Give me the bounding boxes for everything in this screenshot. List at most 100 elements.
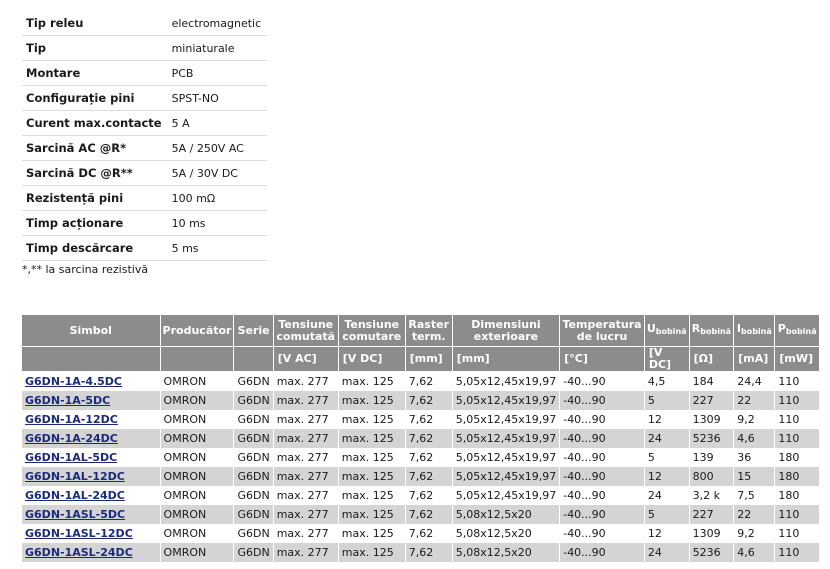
table-cell: -40...90 [559,524,645,543]
table-cell: 5236 [689,543,735,562]
table-cell: 227 [689,391,735,410]
table-cell: 180 [774,467,820,486]
spec-label: Configurație pini [22,85,168,111]
product-link[interactable]: G6DN-1ASL-24DC [25,546,133,559]
units-row: [V AC] [V DC] [mm] [mm] [°C] [V DC] [Ω] [mA] [mW… [22,346,820,372]
table-cell: OMRON [160,524,235,543]
table-header-row: Simbol Producător Serie Tensiune comutat… [22,315,820,347]
table-cell: G6DN [233,371,274,391]
symbol-cell: G6DN-1AL-5DC [22,448,161,467]
product-link[interactable]: G6DN-1A-24DC [25,432,118,445]
table-cell: 5236 [689,429,735,448]
spec-value: 5 A [167,110,268,136]
symbol-cell: G6DN-1AL-12DC [22,467,161,486]
table-cell: 24 [644,429,690,448]
table-row: G6DN-1A-5DC OMRON G6DN max. 277 max. 125 7,62… [22,391,820,410]
table-cell: 139 [689,448,735,467]
table-cell: max. 277 [273,505,339,524]
table-cell: OMRON [160,410,235,429]
specifications-table: Tip releu electromagnetic Tip miniaturale Mo… [22,11,268,261]
spec-row: Rezistență pini 100 mΩ [22,185,268,211]
product-link[interactable]: G6DN-1ASL-12DC [25,527,133,540]
product-link[interactable]: G6DN-1AL-5DC [25,451,117,464]
table-cell: 5,08x12,5x20 [452,543,561,562]
product-link[interactable]: G6DN-1A-12DC [25,413,118,426]
table-cell: max. 125 [338,391,406,410]
table-cell: OMRON [160,467,235,486]
table-cell: max. 277 [273,543,339,562]
table-cell: -40...90 [559,429,645,448]
table-row: G6DN-1ASL-24DC OMRON G6DN max. 277 max. 125 7… [22,543,820,562]
table-cell: max. 125 [338,410,406,429]
table-row: G6DN-1ASL-5DC OMRON G6DN max. 277 max. 125 7,… [22,505,820,524]
spec-value: electromagnetic [167,11,268,36]
spec-row: Curent max.contacte 5 A [22,110,268,136]
product-link[interactable]: G6DN-1A-4.5DC [25,375,122,388]
symbol-cell: G6DN-1A-4.5DC [22,371,161,391]
col-temperatura: Temperatura de lucru [559,315,645,347]
table-cell: 5,05x12,45x19,97 [452,391,561,410]
table-cell: G6DN [233,410,274,429]
table-cell: 110 [774,391,820,410]
table-row: G6DN-1AL-5DC OMRON G6DN max. 277 max. 125 7,6… [22,448,820,467]
table-cell: max. 277 [273,524,339,543]
table-cell: G6DN [233,467,274,486]
table-cell: G6DN [233,486,274,505]
spec-row: Sarcină DC @R** 5A / 30V DC [22,160,268,186]
table-cell: OMRON [160,371,235,391]
table-cell: OMRON [160,543,235,562]
table-cell: 5 [644,505,690,524]
symbol-cell: G6DN-1AL-24DC [22,486,161,505]
table-cell: 7,62 [405,505,453,524]
table-cell: 7,62 [405,429,453,448]
product-link[interactable]: G6DN-1ASL-5DC [25,508,125,521]
table-cell: max. 125 [338,429,406,448]
symbol-cell: G6DN-1ASL-5DC [22,505,161,524]
table-cell: 5,05x12,45x19,97 [452,410,561,429]
table-cell: max. 125 [338,543,406,562]
table-cell: 5,08x12,5x20 [452,524,561,543]
unit-cell: [mW] [774,346,820,372]
table-row: G6DN-1AL-12DC OMRON G6DN max. 277 max. 125 7,… [22,467,820,486]
unit-cell: [mA] [733,346,776,372]
table-cell: 227 [689,505,735,524]
table-cell: 22 [733,505,776,524]
table-cell: 24,4 [733,371,776,391]
table-cell: max. 125 [338,371,406,391]
table-cell: 110 [774,505,820,524]
spec-row: Timp acționare 10 ms [22,210,268,236]
product-link[interactable]: G6DN-1AL-24DC [25,489,125,502]
spec-label: Tip [22,35,168,61]
col-simbol: Simbol [22,315,161,347]
table-cell: -40...90 [559,410,645,429]
table-cell: max. 125 [338,505,406,524]
product-link[interactable]: G6DN-1AL-12DC [25,470,125,483]
table-cell: 4,6 [733,429,776,448]
table-row: G6DN-1A-4.5DC OMRON G6DN max. 277 max. 125 7,… [22,371,820,391]
table-cell: 1309 [689,524,735,543]
table-cell: 5,05x12,45x19,97 [452,371,561,391]
table-cell: 110 [774,524,820,543]
spec-value: 5A / 250V AC [167,135,268,161]
table-cell: OMRON [160,429,235,448]
table-cell: 12 [644,410,690,429]
table-cell: -40...90 [559,448,645,467]
table-cell: -40...90 [559,505,645,524]
table-cell: max. 277 [273,391,339,410]
table-row: G6DN-1AL-24DC OMRON G6DN max. 277 max. 125 7,… [22,486,820,505]
table-cell: 24 [644,486,690,505]
table-row: G6DN-1A-12DC OMRON G6DN max. 277 max. 125 7,6… [22,410,820,429]
product-link[interactable]: G6DN-1A-5DC [25,394,110,407]
table-cell: 1309 [689,410,735,429]
table-cell: 7,62 [405,486,453,505]
table-cell: OMRON [160,391,235,410]
table-cell: OMRON [160,486,235,505]
table-cell: 7,62 [405,467,453,486]
table-row: G6DN-1ASL-12DC OMRON G6DN max. 277 max. 125 7… [22,524,820,543]
products-table: Simbol Producător Serie Tensiune comutat… [22,315,820,562]
spec-value: 10 ms [167,210,268,236]
table-cell: max. 277 [273,448,339,467]
table-cell: OMRON [160,505,235,524]
table-cell: max. 125 [338,524,406,543]
table-cell: 5,05x12,45x19,97 [452,467,561,486]
